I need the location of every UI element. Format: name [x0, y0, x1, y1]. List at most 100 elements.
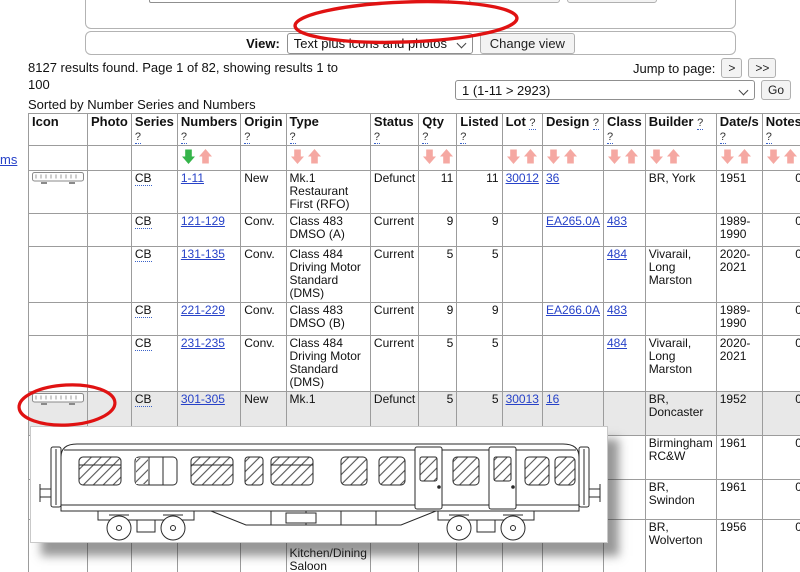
cell-icon — [29, 336, 88, 392]
col-header-lot: Lot ? — [502, 114, 542, 146]
numbers-link[interactable]: 121-129 — [181, 214, 225, 228]
class-link[interactable]: 484 — [607, 336, 627, 350]
cell-qty: 11 — [419, 171, 457, 214]
help-icon[interactable]: ? — [607, 131, 613, 144]
table-row: CB131-135Conv.Class 484 Driving Motor St… — [29, 247, 800, 303]
cell-class — [603, 171, 645, 214]
column-label: Class — [607, 114, 642, 129]
sort-up-arrow[interactable] — [784, 149, 797, 164]
cell-dates: 1961 — [716, 480, 762, 520]
help-icon[interactable]: ? — [374, 131, 380, 144]
cell-status: Current — [370, 303, 418, 336]
help-icon[interactable]: ? — [290, 131, 296, 144]
cell-type: Class 484 Driving Motor Standard (DMS) — [286, 247, 370, 303]
series-term[interactable]: CB — [135, 214, 152, 229]
series-term[interactable]: CB — [135, 247, 152, 262]
col-header-design: Design ? — [542, 114, 603, 146]
col-header-listed: Listed? — [457, 114, 502, 146]
sort-cell-listed — [457, 146, 502, 171]
view-select[interactable]: Text plus icons and photos — [287, 33, 473, 54]
cell-builder: BR, York — [645, 171, 716, 214]
sort-cell-builder — [645, 146, 716, 171]
series-term[interactable]: CB — [135, 336, 152, 351]
table-row: CB231-235Conv.Class 484 Driving Motor St… — [29, 336, 800, 392]
carriage-drawing — [31, 427, 607, 542]
sort-down-arrow[interactable] — [291, 149, 304, 164]
next-page-button[interactable]: > — [721, 58, 742, 78]
col-header-type: Type? — [286, 114, 370, 146]
sort-up-arrow[interactable] — [440, 149, 453, 164]
design-link[interactable]: 36 — [546, 171, 559, 185]
sort-down-arrow[interactable] — [608, 149, 621, 164]
apply-filters-button[interactable]: Apply Filters — [469, 0, 561, 3]
numbers-link[interactable]: 131-135 — [181, 247, 225, 261]
numbers-link[interactable]: 301-305 — [181, 392, 225, 406]
sort-down-arrow[interactable] — [423, 149, 436, 164]
class-link[interactable]: 483 — [607, 214, 627, 228]
sort-down-arrow[interactable] — [507, 149, 520, 164]
sort-up-arrow[interactable] — [625, 149, 638, 164]
clear-filters-button[interactable]: Clear Filters — [567, 0, 657, 3]
help-icon[interactable]: ? — [766, 131, 772, 144]
help-icon[interactable]: ? — [422, 131, 428, 144]
go-button[interactable]: Go — [761, 80, 791, 100]
search-help-icon[interactable]: ? — [456, 0, 462, 3]
lot-link[interactable]: 30013 — [506, 392, 539, 406]
cell-type: Class 484 Driving Motor Standard (DMS) — [286, 336, 370, 392]
sort-down-arrow[interactable] — [182, 149, 195, 164]
numbers-link[interactable]: 1-11 — [181, 171, 204, 185]
sort-cell-numbers — [177, 146, 240, 171]
lot-link[interactable]: 30012 — [506, 171, 539, 185]
change-view-button[interactable]: Change view — [480, 33, 575, 54]
sort-up-arrow[interactable] — [524, 149, 537, 164]
series-term[interactable]: CB — [135, 171, 152, 186]
sort-down-arrow[interactable] — [721, 149, 734, 164]
sort-cell-qty — [419, 146, 457, 171]
mini-carriage-icon[interactable] — [32, 172, 84, 185]
cell-dates: 1951 — [716, 171, 762, 214]
sort-cell-design — [542, 146, 603, 171]
cell-notes: 0 — [762, 520, 800, 572]
sort-cell-icon — [29, 146, 88, 171]
sort-down-arrow[interactable] — [767, 149, 780, 164]
class-link[interactable]: 484 — [607, 247, 627, 261]
design-link[interactable]: EA266.0A — [546, 303, 600, 317]
sort-up-arrow[interactable] — [308, 149, 321, 164]
cell-design: 36 — [542, 171, 603, 214]
search-input[interactable] — [149, 0, 449, 3]
series-term[interactable]: CB — [135, 392, 152, 407]
cell-numbers: 231-235 — [177, 336, 240, 392]
cell-listed: 5 — [457, 336, 502, 392]
column-label: Icon — [32, 114, 59, 129]
sort-up-arrow[interactable] — [564, 149, 577, 164]
mini-carriage-icon[interactable] — [32, 393, 84, 406]
numbers-link[interactable]: 221-229 — [181, 303, 225, 317]
series-term[interactable]: CB — [135, 303, 152, 318]
help-icon[interactable]: ? — [529, 117, 535, 130]
sort-up-arrow[interactable] — [667, 149, 680, 164]
sort-up-arrow[interactable] — [199, 149, 212, 164]
design-link[interactable]: 16 — [546, 392, 559, 406]
help-icon[interactable]: ? — [244, 131, 250, 144]
numbers-link[interactable]: 231-235 — [181, 336, 225, 350]
col-header-numbers: Numbers? — [177, 114, 240, 146]
sort-down-arrow[interactable] — [650, 149, 663, 164]
design-link[interactable]: EA265.0A — [546, 214, 600, 228]
help-icon[interactable]: ? — [697, 117, 703, 130]
partial-left-link[interactable]: ms — [0, 152, 17, 167]
cell-builder — [645, 214, 716, 247]
help-icon[interactable]: ? — [460, 131, 466, 144]
class-link[interactable]: 483 — [607, 303, 627, 317]
page-select[interactable]: 1 (1-11 > 2923) — [455, 80, 755, 100]
help-icon[interactable]: ? — [720, 131, 726, 144]
last-page-button[interactable]: >> — [748, 58, 776, 78]
help-icon[interactable]: ? — [181, 131, 187, 144]
help-icon[interactable]: ? — [593, 117, 599, 130]
column-label: Series — [135, 114, 174, 129]
sort-up-arrow[interactable] — [738, 149, 751, 164]
sort-down-arrow[interactable] — [547, 149, 560, 164]
cell-status: Defunct — [370, 171, 418, 214]
cell-icon — [29, 303, 88, 336]
column-label: Type — [290, 114, 319, 129]
help-icon[interactable]: ? — [135, 131, 141, 144]
